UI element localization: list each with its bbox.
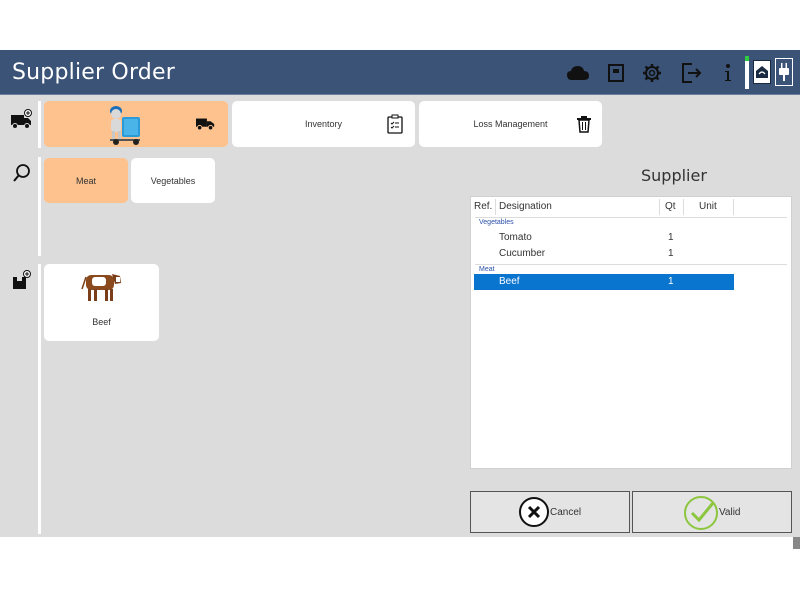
loss-management-card[interactable]: Loss Management [419, 101, 602, 147]
cancel-label: Cancel [550, 507, 582, 518]
group-label-meat: Meat [479, 266, 495, 273]
row-designation[interactable]: Cucumber [499, 248, 545, 259]
category-meat[interactable]: Meat [44, 158, 128, 203]
column-header-qt[interactable]: Qt [665, 199, 676, 215]
cow-image [81, 274, 121, 301]
delivery-man-image [110, 106, 140, 145]
valid-label: Valid [719, 507, 741, 518]
category-vegetables[interactable]: Vegetables [131, 158, 215, 203]
group-label-vegetables: Vegetables [479, 219, 514, 226]
page-title: Supplier Order [12, 60, 175, 85]
row-qt[interactable]: 1 [668, 248, 674, 259]
supplier-order-card[interactable] [44, 101, 228, 147]
header-bar: Supplier Order [0, 50, 800, 95]
truck-icon [196, 114, 216, 134]
clipboard-icon [385, 114, 405, 134]
loss-management-label: Loss Management [473, 119, 548, 129]
section-divider [38, 157, 41, 256]
order-grid: Ref. Designation Qt Unit Vegetables Toma… [470, 196, 792, 469]
trash-icon [574, 114, 594, 134]
valid-button[interactable]: Valid [632, 491, 792, 533]
inventory-card[interactable]: Inventory [232, 101, 415, 147]
category-label: Meat [75, 175, 96, 186]
cancel-icon [519, 497, 549, 527]
scrollbar-thumb[interactable] [793, 537, 800, 549]
search-icon[interactable] [10, 161, 34, 185]
product-label: Beef [92, 317, 111, 327]
section-divider [38, 264, 41, 534]
row-designation[interactable]: Tomato [499, 232, 532, 243]
register-icon[interactable] [604, 61, 628, 85]
info-icon[interactable] [716, 61, 740, 85]
checkmark-icon [684, 496, 718, 530]
column-header-unit[interactable]: Unit [699, 199, 717, 215]
column-header-designation[interactable]: Designation [499, 199, 552, 215]
inventory-label: Inventory [304, 119, 343, 129]
row-qt[interactable]: 1 [668, 276, 674, 287]
column-header-ref[interactable]: Ref. [474, 199, 492, 215]
cancel-button[interactable]: Cancel [470, 491, 630, 533]
new-order-truck-icon[interactable] [10, 108, 34, 132]
app-window: Supplier Order Inventory Loss Management… [0, 50, 800, 537]
logout-icon[interactable] [679, 61, 703, 85]
row-qt[interactable]: 1 [668, 232, 674, 243]
gear-icon[interactable] [640, 61, 664, 85]
cloud-icon[interactable] [566, 61, 590, 85]
status-indicator [745, 56, 749, 89]
plug-icon[interactable] [775, 58, 793, 86]
supplier-title: Supplier [641, 166, 707, 185]
add-product-icon[interactable] [10, 268, 34, 292]
row-designation[interactable]: Beef [499, 276, 520, 287]
connection-icon[interactable] [753, 60, 771, 84]
section-divider [38, 101, 41, 148]
category-label: Vegetables [150, 175, 196, 186]
product-card-beef[interactable]: Beef [44, 264, 159, 341]
